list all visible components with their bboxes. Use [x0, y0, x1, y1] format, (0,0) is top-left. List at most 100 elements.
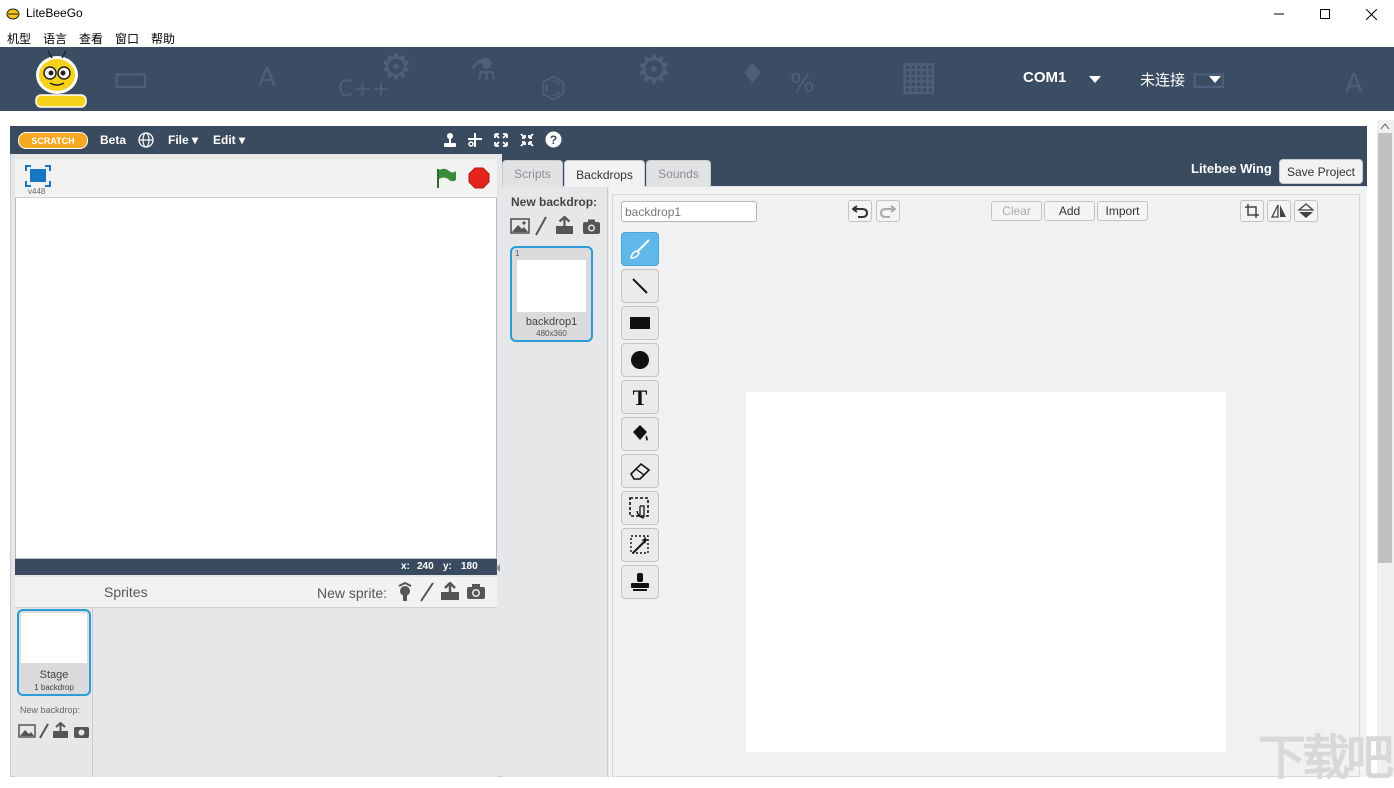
stage-canvas[interactable]: [15, 159, 497, 559]
stage-thumbnail[interactable]: Stage 1 backdrop: [17, 609, 91, 696]
stop-icon[interactable]: [468, 167, 490, 189]
camera-sprite-icon[interactable]: [466, 583, 486, 601]
brush-tool[interactable]: [621, 232, 659, 266]
menu-help[interactable]: 帮助: [151, 30, 175, 47]
page-scrollbar-thumb[interactable]: [1378, 133, 1392, 563]
redo-button[interactable]: [876, 200, 900, 222]
connection-dropdown-icon[interactable]: [1209, 76, 1221, 83]
add-button[interactable]: Add: [1044, 201, 1095, 221]
flip-horizontal-button[interactable]: [1267, 200, 1291, 222]
tab-backdrops[interactable]: Backdrops: [564, 160, 645, 188]
clear-button[interactable]: Clear: [991, 201, 1042, 221]
stage-new-backdrop-label: New backdrop:: [20, 705, 81, 715]
magic-wand-tool[interactable]: [621, 528, 659, 562]
close-icon: [1365, 8, 1377, 20]
backdrop-thumbnail-image: [517, 260, 586, 312]
letter-a-decoration-2-icon: A: [1345, 69, 1363, 99]
ellipse-tool[interactable]: [621, 343, 659, 377]
new-backdrop-label: New backdrop:: [511, 195, 598, 209]
grow-icon[interactable]: [493, 132, 509, 148]
camera-backdrop-icon[interactable]: [582, 219, 601, 235]
svg-text:T: T: [633, 386, 648, 408]
file-menu[interactable]: File ▾: [168, 133, 198, 147]
paint-backdrop-small-icon[interactable]: [38, 723, 50, 739]
import-button[interactable]: Import: [1097, 201, 1148, 221]
svg-text:?: ?: [550, 133, 557, 147]
com-port-dropdown-icon[interactable]: [1089, 76, 1101, 83]
flip-horizontal-icon: [1270, 204, 1286, 218]
line-tool[interactable]: [621, 269, 659, 303]
litebee-app-icon: [6, 8, 20, 20]
fill-icon: [633, 425, 648, 441]
upload-sprite-icon[interactable]: [440, 582, 460, 602]
line-icon: [632, 278, 648, 294]
com-port-select[interactable]: COM1: [1023, 69, 1066, 86]
rectangle-tool[interactable]: [621, 306, 659, 340]
undo-icon: [852, 205, 868, 218]
minimize-button[interactable]: [1256, 0, 1302, 28]
shrink-icon[interactable]: [519, 132, 535, 148]
litebee-logo: [35, 50, 87, 108]
y-label: y:: [443, 561, 452, 572]
sprite-library-icon[interactable]: [395, 582, 415, 602]
rectangle-icon: [630, 317, 650, 329]
duplicate-stamp-icon[interactable]: [442, 132, 458, 148]
menu-model[interactable]: 机型: [7, 30, 31, 47]
cut-scissors-icon[interactable]: [467, 132, 483, 148]
stage-coordinates: x: 240 y: 180: [15, 559, 497, 575]
maximize-button[interactable]: [1302, 0, 1348, 28]
new-sprite-label: New sprite:: [317, 585, 388, 601]
backdrop-thumbnail[interactable]: 1 backdrop1 480x360: [510, 246, 593, 342]
scratch-logo[interactable]: SCRATCH: [18, 132, 88, 149]
select-tool[interactable]: [621, 491, 659, 525]
collapse-stage-icon[interactable]: [494, 563, 502, 573]
menu-view[interactable]: 查看: [79, 30, 103, 47]
undo-button[interactable]: [848, 200, 872, 222]
connection-status[interactable]: 未连接: [1140, 69, 1185, 90]
crop-button[interactable]: [1240, 200, 1264, 222]
close-button[interactable]: [1348, 0, 1394, 28]
eraser-tool[interactable]: [621, 454, 659, 488]
tab-scripts[interactable]: Scripts: [502, 160, 563, 187]
globe-icon[interactable]: [138, 132, 154, 148]
camera-backdrop-small-icon[interactable]: [73, 724, 90, 739]
backdrop-library-icon[interactable]: [510, 217, 530, 235]
crop-icon: [1245, 204, 1259, 218]
presentation-mode-icon[interactable]: [25, 165, 51, 187]
menu-language[interactable]: 语言: [43, 30, 67, 47]
redo-icon: [880, 205, 896, 218]
green-flag-icon[interactable]: [435, 167, 457, 189]
paint-canvas[interactable]: [746, 392, 1226, 752]
stage-header: v448: [15, 159, 497, 198]
tab-sounds[interactable]: Sounds: [646, 160, 711, 187]
ellipse-icon: [631, 351, 649, 369]
backdrop-library-small-icon[interactable]: [18, 723, 36, 739]
window-title: LiteBeeGo: [26, 6, 83, 20]
beta-label: Beta: [100, 133, 127, 147]
scroll-up-icon[interactable]: [1380, 122, 1390, 130]
flip-vertical-button[interactable]: [1294, 200, 1318, 222]
y-value: 180: [461, 561, 478, 572]
text-tool[interactable]: T: [621, 380, 659, 414]
version-label: v448: [28, 187, 46, 196]
backdrop-name-input[interactable]: [621, 201, 757, 222]
menu-window[interactable]: 窗口: [115, 30, 139, 47]
edit-menu[interactable]: Edit ▾: [213, 133, 245, 147]
stamp-tool[interactable]: [621, 565, 659, 599]
backdrop-thumbnail-number: 1: [515, 249, 520, 258]
stamp-icon: [631, 573, 649, 591]
upload-backdrop-small-icon[interactable]: [52, 722, 69, 739]
paint-backdrop-icon[interactable]: [534, 216, 548, 236]
upload-backdrop-icon[interactable]: [555, 216, 574, 235]
help-icon[interactable]: ?: [545, 131, 562, 148]
brush-icon: [630, 239, 650, 259]
x-value: 240: [417, 561, 434, 572]
molecule-decoration-icon: ⌬: [540, 71, 567, 106]
save-project-button[interactable]: Save Project: [1279, 159, 1363, 184]
sprites-header: Sprites New sprite:: [93, 577, 497, 608]
paint-new-sprite-icon[interactable]: [419, 582, 435, 602]
fill-tool[interactable]: [621, 417, 659, 451]
sprite-list[interactable]: [93, 608, 497, 777]
eraser-icon: [629, 462, 651, 480]
calculator-decoration-icon: ▦: [900, 53, 938, 99]
